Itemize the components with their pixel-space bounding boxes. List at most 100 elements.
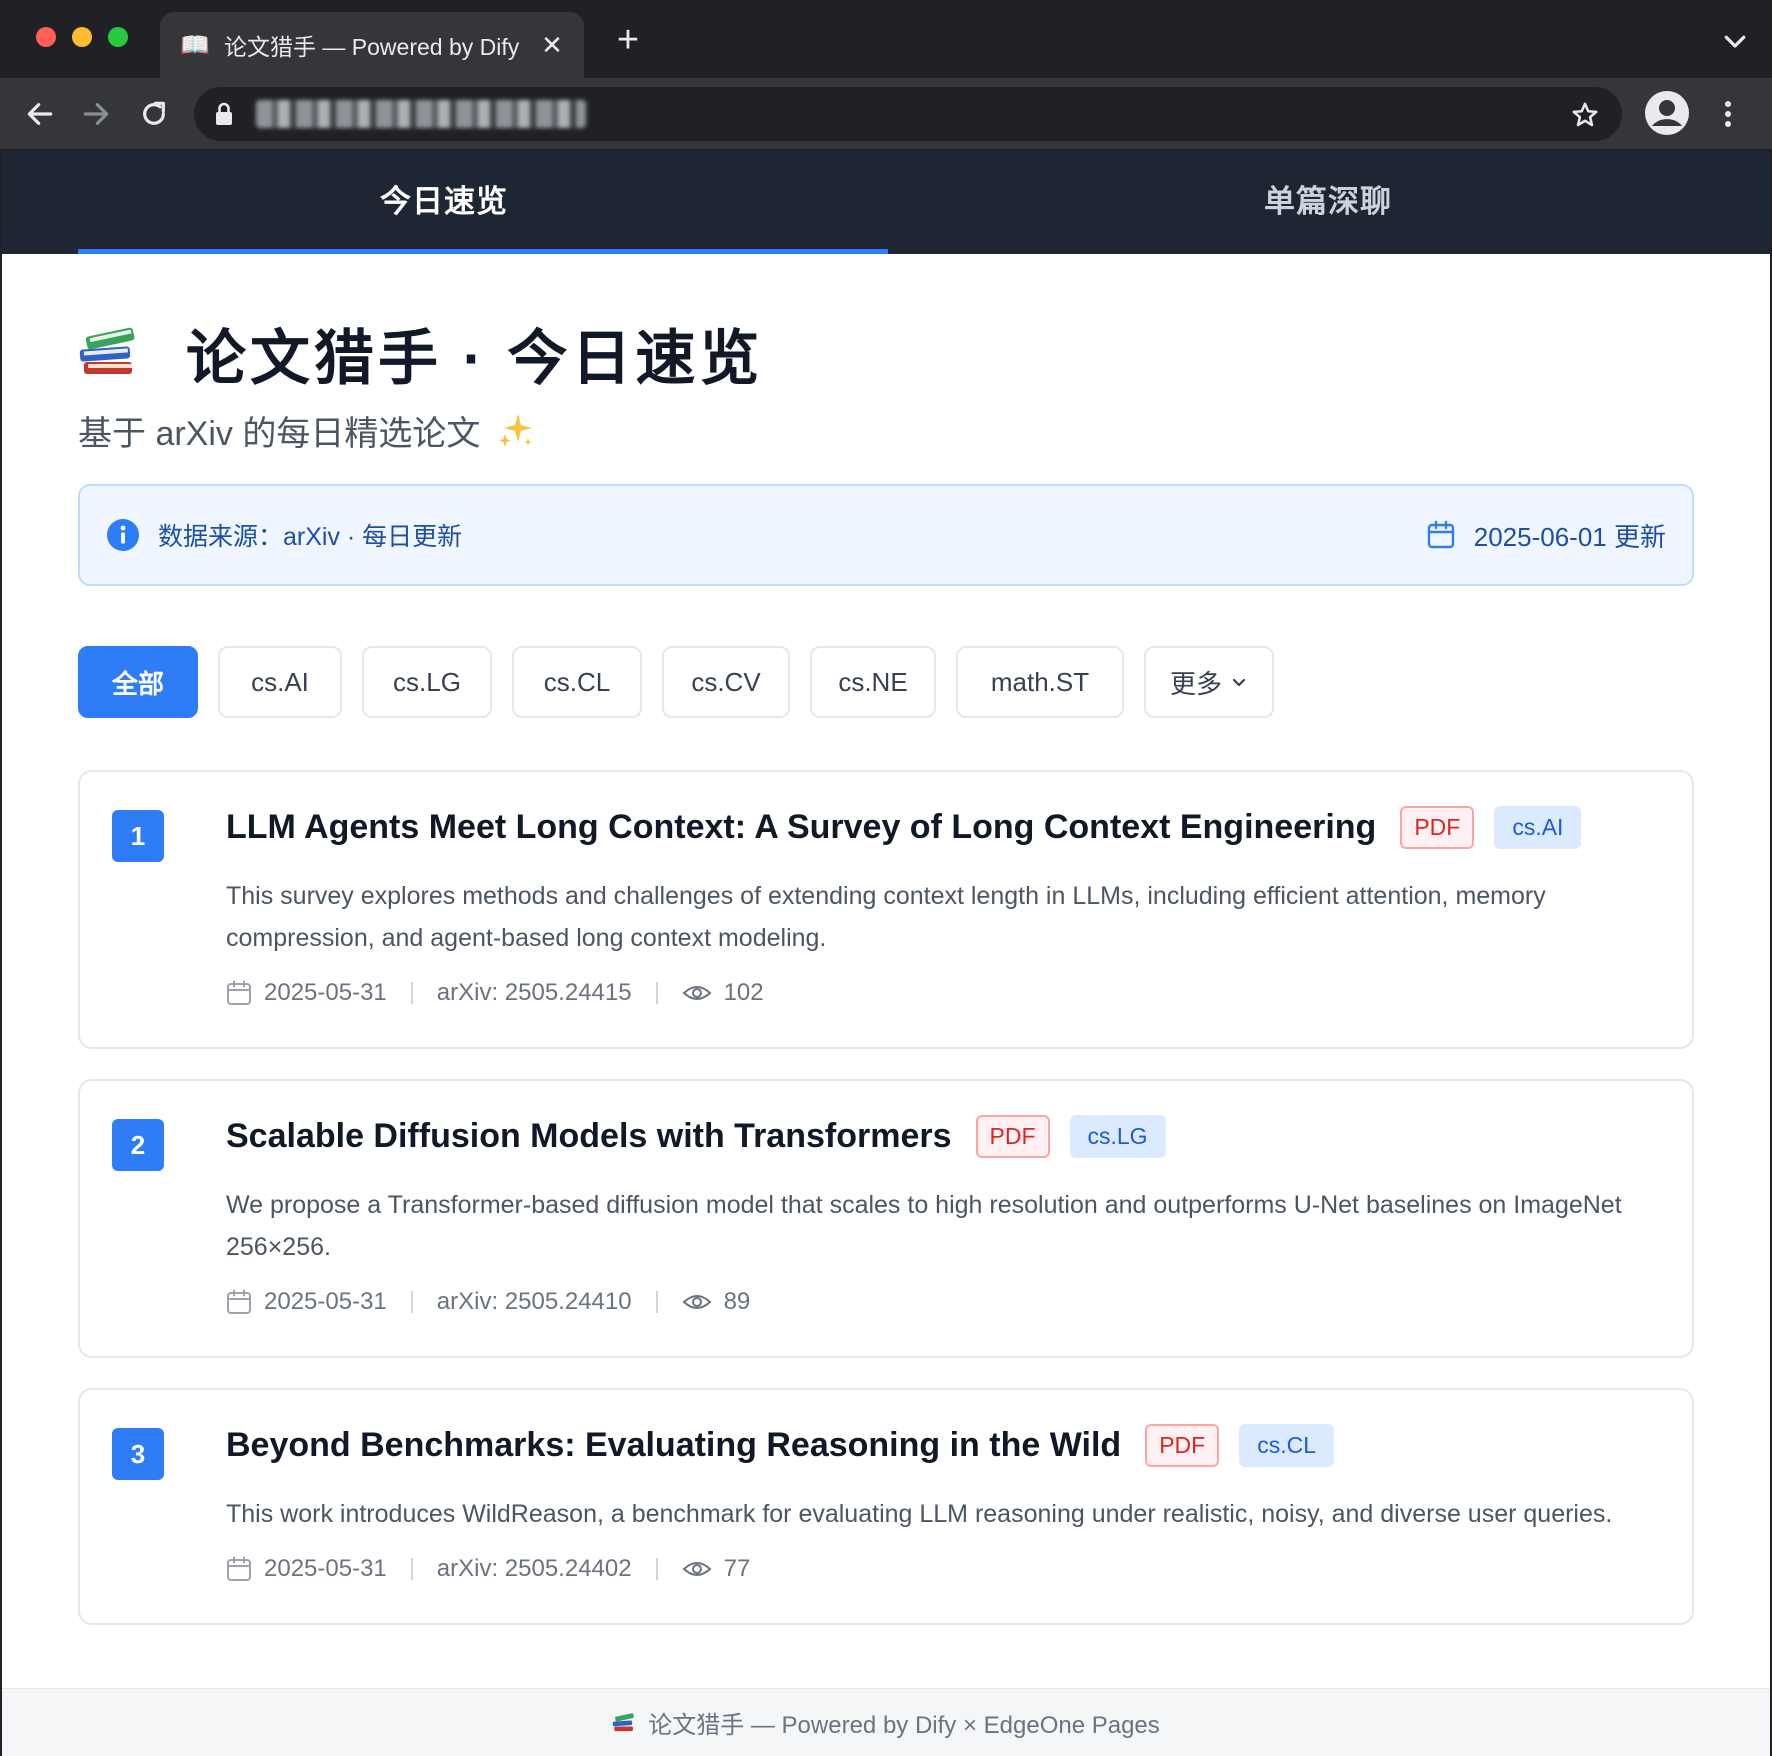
window-minimize-button[interactable]	[72, 27, 92, 47]
filter-chip-all[interactable]: 全部	[78, 646, 198, 718]
arrow-left-icon	[27, 103, 53, 125]
tab-search-chevron-icon[interactable]	[1720, 26, 1750, 56]
eye-icon	[682, 1562, 712, 1576]
forward-button[interactable]	[74, 92, 118, 136]
url-text-redacted	[256, 100, 586, 128]
paper-abstract: We propose a Transformer-based diffusion…	[226, 1191, 1622, 1261]
book-icon: 📖	[180, 31, 210, 59]
web-page: 今日速览 单篇深聊 论文猎手 · 今日速览 基于 arXiv 的每日精选论文 数…	[0, 150, 1772, 1756]
arxiv-id: arXiv: 2505.24415	[436, 979, 632, 1006]
meta-divider	[655, 982, 658, 1004]
eye-icon	[682, 986, 712, 1000]
paper-meta: 2025-05-31 arXiv: 2505.24402 77	[226, 1549, 1652, 1589]
paper-rank: 2	[112, 1119, 164, 1171]
paper-meta: 2025-05-31 arXiv: 2505.24415 102	[226, 973, 1652, 1013]
category-tag: cs.AI	[1494, 806, 1582, 849]
page-footer: 论文猎手 — Powered by Dify × EdgeOne Pages	[2, 1688, 1770, 1756]
page-subtitle: 基于 arXiv 的每日精选论文	[78, 406, 1694, 454]
bookmark-star-icon[interactable]	[1570, 100, 1600, 130]
filter-more-dropdown[interactable]: 更多	[1144, 646, 1274, 718]
filter-chip-cs-lg[interactable]: cs.LG	[362, 646, 492, 718]
update-info: 2025-06-01 更新	[1426, 517, 1666, 554]
top-nav: 今日速览 单篇深聊	[2, 150, 1770, 254]
arxiv-id: arXiv: 2505.24410	[436, 1288, 632, 1315]
paper-header: Beyond Benchmarks: Evaluating Reasoning …	[226, 1424, 1652, 1467]
page-title: 论文猎手 · 今日速览	[78, 316, 1694, 392]
meta-divider	[410, 1558, 413, 1580]
paper-abstract: This survey explores methods and challen…	[226, 882, 1546, 952]
paper-title[interactable]: LLM Agents Meet Long Context: A Survey o…	[226, 808, 1376, 847]
calendar-icon	[227, 1289, 251, 1314]
pdf-link[interactable]: PDF	[1145, 1424, 1220, 1467]
lock-icon	[216, 102, 232, 125]
paper-date: 2025-05-31	[264, 979, 387, 1006]
books-icon	[612, 1712, 635, 1731]
view-count: 89	[723, 1288, 751, 1315]
filter-chip-cs-ne[interactable]: cs.NE	[810, 646, 936, 718]
browser-tab-title: 论文猎手 — Powered by Dify	[224, 34, 520, 60]
filter-chip-cs-cl[interactable]: cs.CL	[512, 646, 642, 718]
active-tab-indicator	[78, 249, 888, 254]
pdf-link[interactable]: PDF	[1400, 806, 1475, 849]
calendar-icon	[1427, 520, 1454, 549]
reload-button[interactable]	[132, 92, 176, 136]
paper-card[interactable]: 2 Scalable Diffusion Models with Transfo…	[78, 1079, 1694, 1358]
eye-icon	[682, 1295, 712, 1309]
browser-toolbar	[0, 78, 1772, 150]
calendar-icon	[227, 1556, 251, 1581]
browser-tab[interactable]: 📖 论文猎手 — Powered by Dify ✕	[160, 12, 584, 78]
reload-icon	[143, 101, 165, 125]
paper-title[interactable]: Scalable Diffusion Models with Transform…	[226, 1117, 952, 1156]
tab-single-paper-chat[interactable]: 单篇深聊	[886, 150, 1770, 254]
calendar-icon	[227, 980, 251, 1005]
paper-date: 2025-05-31	[264, 1288, 387, 1315]
meta-divider	[655, 1558, 658, 1580]
paper-abstract: This work introduces WildReason, a bench…	[226, 1500, 1613, 1528]
paper-header: Scalable Diffusion Models with Transform…	[226, 1115, 1652, 1158]
paper-card[interactable]: 1 LLM Agents Meet Long Context: A Survey…	[78, 770, 1694, 1049]
filter-chip-cs-cv[interactable]: cs.CV	[662, 646, 790, 718]
address-bar[interactable]	[194, 87, 1622, 141]
meta-divider	[410, 982, 413, 1004]
category-filter: 全部 cs.AI cs.LG cs.CL cs.CV cs.NE math.ST…	[78, 646, 1694, 718]
info-icon	[107, 519, 139, 551]
filter-chip-cs-ai[interactable]: cs.AI	[218, 646, 342, 718]
data-source-text: 数据来源：arXiv · 每日更新	[158, 523, 463, 551]
view-count: 77	[723, 1555, 751, 1582]
meta-divider	[655, 1291, 658, 1313]
main-content: 论文猎手 · 今日速览 基于 arXiv 的每日精选论文 数据来源：arXiv …	[2, 316, 1770, 1625]
meta-divider	[410, 1291, 413, 1313]
view-count: 102	[723, 979, 764, 1006]
footer-text: 论文猎手 — Powered by Dify × EdgeOne Pages	[648, 1712, 1160, 1739]
new-tab-button[interactable]: +	[608, 20, 648, 60]
filter-chip-math-st[interactable]: math.ST	[956, 646, 1124, 718]
paper-card[interactable]: 3 Beyond Benchmarks: Evaluating Reasonin…	[78, 1388, 1694, 1625]
update-date: 2025-06-01 更新	[1473, 521, 1666, 552]
browser-tab-bar: 📖 论文猎手 — Powered by Dify ✕ +	[0, 0, 1772, 78]
paper-date: 2025-05-31	[264, 1555, 387, 1582]
more-label: 更多	[1169, 668, 1222, 699]
chevron-down-icon	[1232, 678, 1246, 687]
subtitle-text: 基于 arXiv 的每日精选论文	[78, 414, 481, 453]
paper-title[interactable]: Beyond Benchmarks: Evaluating Reasoning …	[226, 1426, 1121, 1465]
paper-rank: 1	[112, 810, 164, 862]
paper-rank: 3	[112, 1428, 164, 1480]
tab-close-icon[interactable]: ✕	[538, 30, 566, 61]
category-tag: cs.LG	[1069, 1115, 1166, 1158]
category-tag: cs.CL	[1239, 1424, 1334, 1467]
paper-meta: 2025-05-31 arXiv: 2505.24410 89	[226, 1282, 1652, 1322]
arxiv-id: arXiv: 2505.24402	[436, 1555, 632, 1582]
books-icon	[79, 327, 135, 374]
sparkle-icon	[499, 414, 533, 447]
paper-header: LLM Agents Meet Long Context: A Survey o…	[226, 806, 1652, 849]
page-heading: 论文猎手 · 今日速览	[186, 324, 764, 392]
pdf-link[interactable]: PDF	[975, 1115, 1050, 1158]
tab-daily-overview[interactable]: 今日速览	[2, 150, 886, 254]
data-source-banner: 数据来源：arXiv · 每日更新 2025-06-01 更新	[78, 484, 1694, 586]
window-close-button[interactable]	[36, 27, 56, 47]
arrow-right-icon	[83, 103, 109, 125]
more-vert-icon[interactable]	[1716, 98, 1740, 130]
back-button[interactable]	[18, 92, 62, 136]
window-zoom-button[interactable]	[108, 27, 128, 47]
profile-avatar-icon[interactable]	[1644, 90, 1690, 136]
